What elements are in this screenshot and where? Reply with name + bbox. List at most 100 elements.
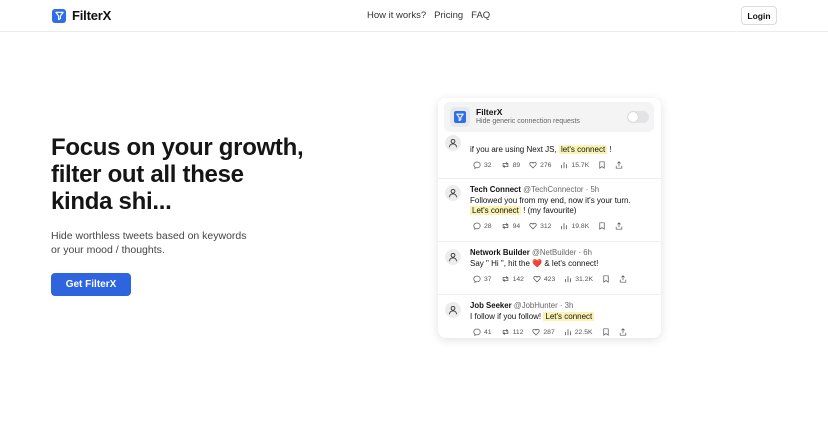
like-action[interactable]: 312: [529, 222, 551, 230]
tweet-text-part: Say " Hi ", hit the: [470, 259, 530, 268]
nav-pricing[interactable]: Pricing: [434, 10, 463, 21]
tweet-actions: 41 112 287 22.5K: [473, 328, 636, 336]
tweet-author[interactable]: Tech Connect: [470, 185, 521, 194]
tweet[interactable]: Tech Connect @TechConnector · 5h Followe…: [438, 179, 661, 242]
hero-title-line-3: kinda shi...: [51, 188, 172, 215]
tweet-actions: 28 94 312 19.8K: [473, 222, 632, 230]
tweet-text: Followed you from my end, now it's your …: [470, 196, 655, 216]
chart-icon: [561, 223, 568, 230]
user-icon: [445, 302, 461, 318]
retweet-count: 94: [512, 222, 521, 230]
brand-logo[interactable]: FilterX: [52, 8, 111, 23]
tweet-text-part: & let's connect!: [544, 259, 599, 268]
tweet-dot: ·: [578, 248, 582, 257]
retweet-action[interactable]: 142: [501, 275, 524, 283]
filter-toggle[interactable]: [627, 111, 649, 123]
tweet[interactable]: Job Seeker @JobHunter · 3h I follow if y…: [438, 295, 661, 338]
like-action[interactable]: 287: [532, 328, 555, 336]
retweet-action[interactable]: 89: [501, 161, 521, 169]
hero-subtitle: Hide worthless tweets based on keywords …: [51, 229, 271, 257]
tweet-text-part: Followed you from my end, now it's your …: [470, 196, 631, 205]
like-count: 276: [540, 161, 552, 169]
tweet-handle[interactable]: @JobHunter: [514, 301, 558, 310]
extension-bar: FilterX Hide generic connection requests: [444, 102, 654, 132]
filter-icon: [450, 107, 470, 127]
tweet-text-part: ! (my favourite): [523, 206, 577, 215]
reply-count: 28: [484, 222, 492, 230]
bookmark-action[interactable]: [602, 328, 610, 336]
tweet-header: Network Builder @NetBuilder · 6h: [470, 248, 592, 257]
bookmark-action[interactable]: [602, 275, 610, 283]
bookmark-icon: [599, 222, 605, 230]
tweet-time: 5h: [590, 185, 600, 194]
like-action[interactable]: 276: [529, 161, 551, 169]
hero-title-line-2: filter out all these: [51, 161, 244, 188]
tweet-author[interactable]: Network Builder: [470, 248, 530, 257]
reply-action[interactable]: 37: [473, 275, 492, 283]
nav-how-it-works[interactable]: How it works?: [367, 10, 426, 21]
bookmark-action[interactable]: [598, 222, 606, 230]
tweet-actions: 32 89 276 15.7K: [473, 161, 632, 169]
main-nav: How it works? Pricing FAQ: [367, 10, 490, 21]
brand-name: FilterX: [72, 8, 112, 23]
reply-icon: [473, 161, 481, 169]
tweet-text-part: I follow if you follow!: [470, 312, 542, 321]
keyword-highlight: let's connect: [558, 145, 608, 154]
bookmark-action[interactable]: [598, 161, 606, 169]
user-icon: [445, 185, 461, 201]
reply-icon: [473, 328, 481, 336]
heart-emoji: ❤️: [532, 259, 543, 268]
reply-action[interactable]: 41: [473, 328, 492, 336]
tweet-text-part: !: [609, 145, 612, 154]
share-icon: [619, 328, 626, 336]
retweet-count: 89: [512, 161, 521, 169]
share-action[interactable]: [619, 328, 627, 336]
tweet-handle[interactable]: @NetBuilder: [532, 248, 576, 257]
tweet-dot: ·: [585, 185, 589, 194]
share-icon: [616, 161, 623, 169]
bookmark-icon: [599, 161, 605, 169]
nav-faq[interactable]: FAQ: [471, 10, 490, 21]
tweet-text: Say " Hi ", hit the ❤️ & let's connect!: [470, 259, 655, 269]
views-action[interactable]: 15.7K: [560, 161, 589, 169]
extension-description: Hide generic connection requests: [476, 118, 580, 125]
login-button[interactable]: Login: [741, 6, 777, 25]
top-nav-bar: FilterX How it works? Pricing FAQ Login: [0, 0, 828, 32]
view-count: 31.2K: [575, 275, 594, 283]
retweet-action[interactable]: 112: [501, 328, 523, 336]
reply-action[interactable]: 32: [473, 161, 492, 169]
like-count: 287: [543, 328, 555, 336]
views-action[interactable]: 22.5K: [564, 328, 593, 336]
tweet-author[interactable]: Job Seeker: [470, 301, 512, 310]
reply-icon: [473, 222, 481, 230]
retweet-action[interactable]: 94: [501, 222, 521, 230]
tweet-handle[interactable]: @TechConnector: [523, 185, 583, 194]
bookmark-icon: [603, 275, 609, 283]
hero-title: Focus on your growth, filter out all the…: [51, 134, 351, 215]
share-action[interactable]: [619, 275, 627, 283]
share-action[interactable]: [615, 161, 623, 169]
heart-icon: [529, 161, 537, 169]
demo-card: FilterX Hide generic connection requests…: [438, 98, 661, 338]
reply-count: 32: [484, 161, 492, 169]
bookmark-icon: [602, 328, 609, 336]
tweet[interactable]: Network Builder @NetBuilder · 6h Say " H…: [438, 242, 661, 295]
tweet-header: Tech Connect @TechConnector · 5h: [470, 185, 599, 194]
reply-count: 37: [484, 275, 492, 283]
heart-icon: [532, 328, 541, 336]
like-action[interactable]: 423: [533, 275, 555, 283]
retweet-icon: [502, 161, 508, 169]
view-count: 19.8K: [571, 222, 590, 230]
tweet-actions: 37 142 423 31.2K: [473, 275, 636, 283]
tweet-header: Job Seeker @JobHunter · 3h: [470, 301, 573, 310]
retweet-count: 142: [512, 275, 524, 283]
share-action[interactable]: [615, 222, 623, 230]
views-action[interactable]: 19.8K: [560, 222, 589, 230]
reply-action[interactable]: 28: [473, 222, 492, 230]
chart-icon: [564, 329, 571, 336]
views-action[interactable]: 31.2K: [564, 275, 593, 283]
tweet-text: I follow if you follow! Let's connect: [470, 312, 655, 322]
chart-icon: [561, 162, 568, 169]
retweet-icon: [502, 275, 508, 283]
get-filterx-button[interactable]: Get FilterX: [51, 273, 131, 296]
